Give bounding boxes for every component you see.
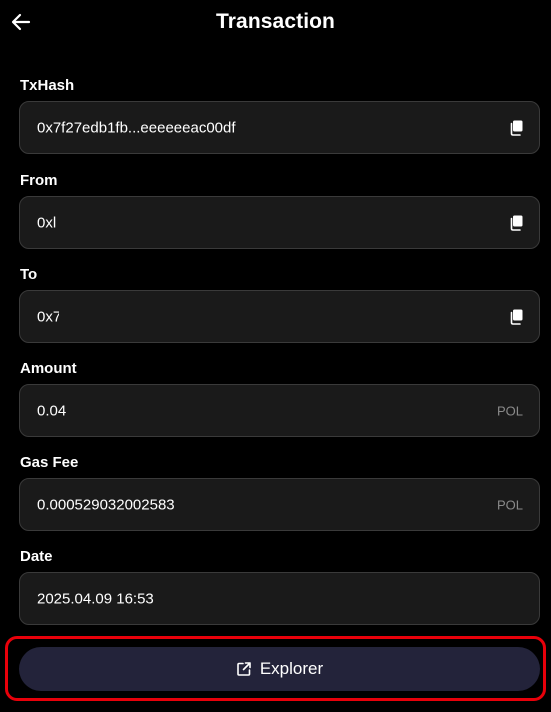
explorer-label: Explorer <box>259 659 324 678</box>
from-value: 0xl <box>37 214 57 231</box>
txhash-value: 0x7f27edb1fb...eeeeeeac00df <box>37 119 236 136</box>
gas-fee-field: 0.000529032002583 POL <box>19 478 540 531</box>
copy-icon <box>510 215 523 231</box>
gas-fee-value: 0.000529032002583 <box>37 496 175 513</box>
copy-icon <box>510 120 523 136</box>
explorer-button[interactable]: Explorer <box>19 647 540 691</box>
to-copy-button[interactable] <box>509 309 523 325</box>
to-label: To <box>20 266 38 283</box>
date-field: 2025.04.09 16:53 <box>19 572 540 625</box>
gas-fee-unit: POL <box>496 497 523 512</box>
from-field: 0xl <box>19 196 540 249</box>
amount-unit: POL <box>496 403 523 418</box>
amount-label: Amount <box>20 360 77 377</box>
amount-field: 0.04 POL <box>19 384 540 437</box>
to-value: 0x7 <box>37 308 59 325</box>
txhash-copy-button[interactable] <box>509 120 523 136</box>
txhash-field: 0x7f27edb1fb...eeeeeeac00df <box>19 101 540 154</box>
to-field: 0x7 <box>19 290 540 343</box>
date-value: 2025.04.09 16:53 <box>37 590 154 607</box>
from-copy-button[interactable] <box>509 215 523 231</box>
date-label: Date <box>20 548 53 565</box>
page-title: Transaction <box>216 10 335 33</box>
from-label: From <box>20 172 58 189</box>
gas-fee-label: Gas Fee <box>20 454 79 471</box>
header: Transaction <box>0 0 551 46</box>
txhash-label: TxHash <box>20 77 75 94</box>
amount-value: 0.04 <box>37 402 67 419</box>
copy-icon <box>510 309 523 325</box>
external-link-icon <box>237 662 251 676</box>
